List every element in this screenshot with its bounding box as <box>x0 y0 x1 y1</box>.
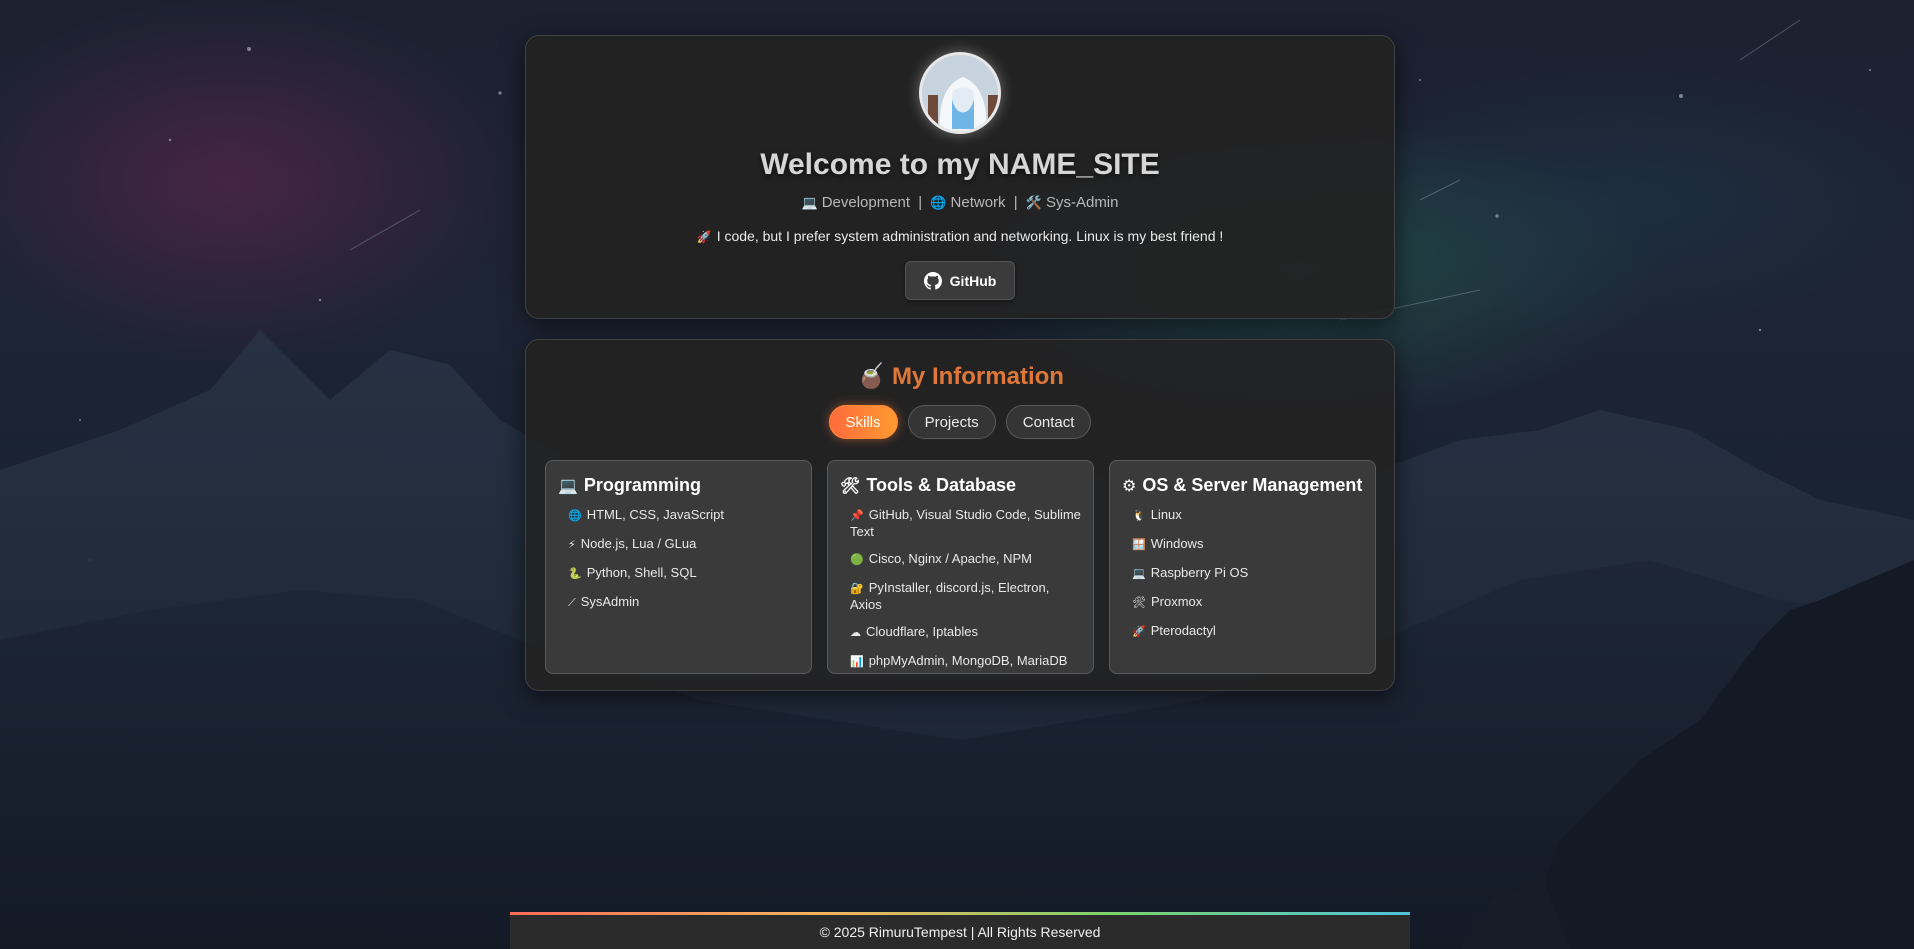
tab-skills[interactable]: Skills <box>828 405 898 439</box>
column-title: 💻 Programming <box>558 475 701 495</box>
list-item: 📌 GitHub, Visual Studio Code, Sublime Tex… <box>850 507 1081 539</box>
rocket-icon: 🚀 <box>1132 626 1146 638</box>
list-item: 🔐 PyInstaller, discord.js, Electron, Axio… <box>850 580 1050 612</box>
bio-text: I code, but I prefer system administrati… <box>716 228 1224 244</box>
avatar-image <box>922 55 998 131</box>
green-circle-icon: 🟢 <box>850 554 864 566</box>
skills-column-programming: 💻 Programming 🌐 HTML, CSS, JavaScript ⚡ Nod… <box>545 460 812 674</box>
tools-icon: 🛠 <box>1132 597 1146 609</box>
tagline: 💻 Development | 🌐 Network | 🛠️ Sys-Admin <box>526 194 1394 211</box>
list-item: 🪟 Windows <box>1132 536 1204 551</box>
github-button[interactable]: GitHub <box>905 261 1015 300</box>
list-item: 🚀 Pterodactyl <box>1132 623 1216 638</box>
cloud-icon: ☁ <box>850 627 861 639</box>
globe-icon: 🌐 <box>930 195 947 210</box>
mate-icon: 🧉 <box>856 363 886 390</box>
penguin-icon: 🐧 <box>1132 510 1146 522</box>
gear-icon: ⚙ <box>1122 478 1137 495</box>
list-item: 💻 Raspberry Pi OS <box>1132 565 1249 580</box>
wand-icon: ⟋ <box>568 597 576 609</box>
list-item: 🐍 Python, Shell, SQL <box>568 565 697 580</box>
tab-contact[interactable]: Contact <box>1005 405 1092 439</box>
list-item: 🐧 Linux <box>1132 507 1182 522</box>
column-title: 🛠 Tools & Database <box>840 475 1017 495</box>
skills-column-os: ⚙ OS & Server Management 🐧 Linux 🪟 Windows … <box>1109 460 1376 674</box>
skills-list: 🌐 HTML, CSS, JavaScript ⚡ Node.js, Lua / G… <box>558 507 799 611</box>
lock-icon: 🔐 <box>850 583 864 595</box>
lightning-icon: ⚡ <box>568 539 576 551</box>
pin-icon: 📌 <box>850 510 864 522</box>
info-tabs: Skills Projects Contact <box>526 405 1394 439</box>
tag-separator: | <box>918 194 923 211</box>
tab-projects[interactable]: Projects <box>907 405 996 439</box>
skills-column-tools: 🛠 Tools & Database 📌 GitHub, Visual Studio… <box>827 460 1094 674</box>
avatar <box>919 52 1001 134</box>
chart-icon: 📊 <box>850 656 864 668</box>
github-button-label: GitHub <box>949 272 997 289</box>
list-item: ⟋ SysAdmin <box>568 594 640 609</box>
list-item: 🛠 Proxmox <box>1132 594 1203 609</box>
skills-list: 🐧 Linux 🪟 Windows 💻 Raspberry Pi OS 🛠 Proxmo… <box>1122 507 1363 640</box>
site-title: Welcome to my NAME_SITE <box>760 148 1160 181</box>
hero-card: Welcome to my NAME_SITE 💻 Development | 🌐… <box>525 35 1395 319</box>
globe-icon: 🌐 <box>568 510 582 522</box>
column-title: ⚙ OS & Server Management <box>1122 475 1363 495</box>
tag-sysadmin: Sys-Admin <box>1045 194 1119 211</box>
tag-network: Network <box>950 194 1006 211</box>
laptop-icon: 💻 <box>801 195 818 210</box>
tag-development: Development <box>821 194 911 211</box>
bio: 🚀 I code, but I prefer system administrat… <box>526 228 1394 244</box>
tag-separator: | <box>1013 194 1018 211</box>
copyright-text: © 2025 RimuruTempest | All Rights Reserv… <box>819 924 1101 940</box>
footer: © 2025 RimuruTempest | All Rights Reserv… <box>510 912 1410 949</box>
rocket-icon: 🚀 <box>696 230 712 244</box>
github-icon <box>923 271 942 290</box>
info-card: 🧉 My Information Skills Projects Contact … <box>525 339 1395 691</box>
snake-icon: 🐍 <box>568 568 582 580</box>
list-item: ☁ Cloudflare, Iptables <box>850 624 979 639</box>
tools-icon: 🛠 <box>840 478 861 495</box>
info-title: 🧉 My Information <box>526 362 1394 391</box>
list-item: ⚡ Node.js, Lua / GLua <box>568 536 697 551</box>
list-item: 🟢 Cisco, Nginx / Apache, NPM <box>850 551 1032 566</box>
skills-list: 📌 GitHub, Visual Studio Code, Sublime Tex… <box>840 507 1081 670</box>
list-item: 📊 phpMyAdmin, MongoDB, MariaDB <box>850 653 1068 668</box>
info-title-text: My Information <box>891 363 1064 390</box>
tools-icon: 🛠️ <box>1025 195 1042 210</box>
laptop-icon: 💻 <box>558 478 578 495</box>
laptop-icon: 💻 <box>1132 568 1146 580</box>
window-icon: 🪟 <box>1132 539 1146 551</box>
list-item: 🌐 HTML, CSS, JavaScript <box>568 507 724 522</box>
